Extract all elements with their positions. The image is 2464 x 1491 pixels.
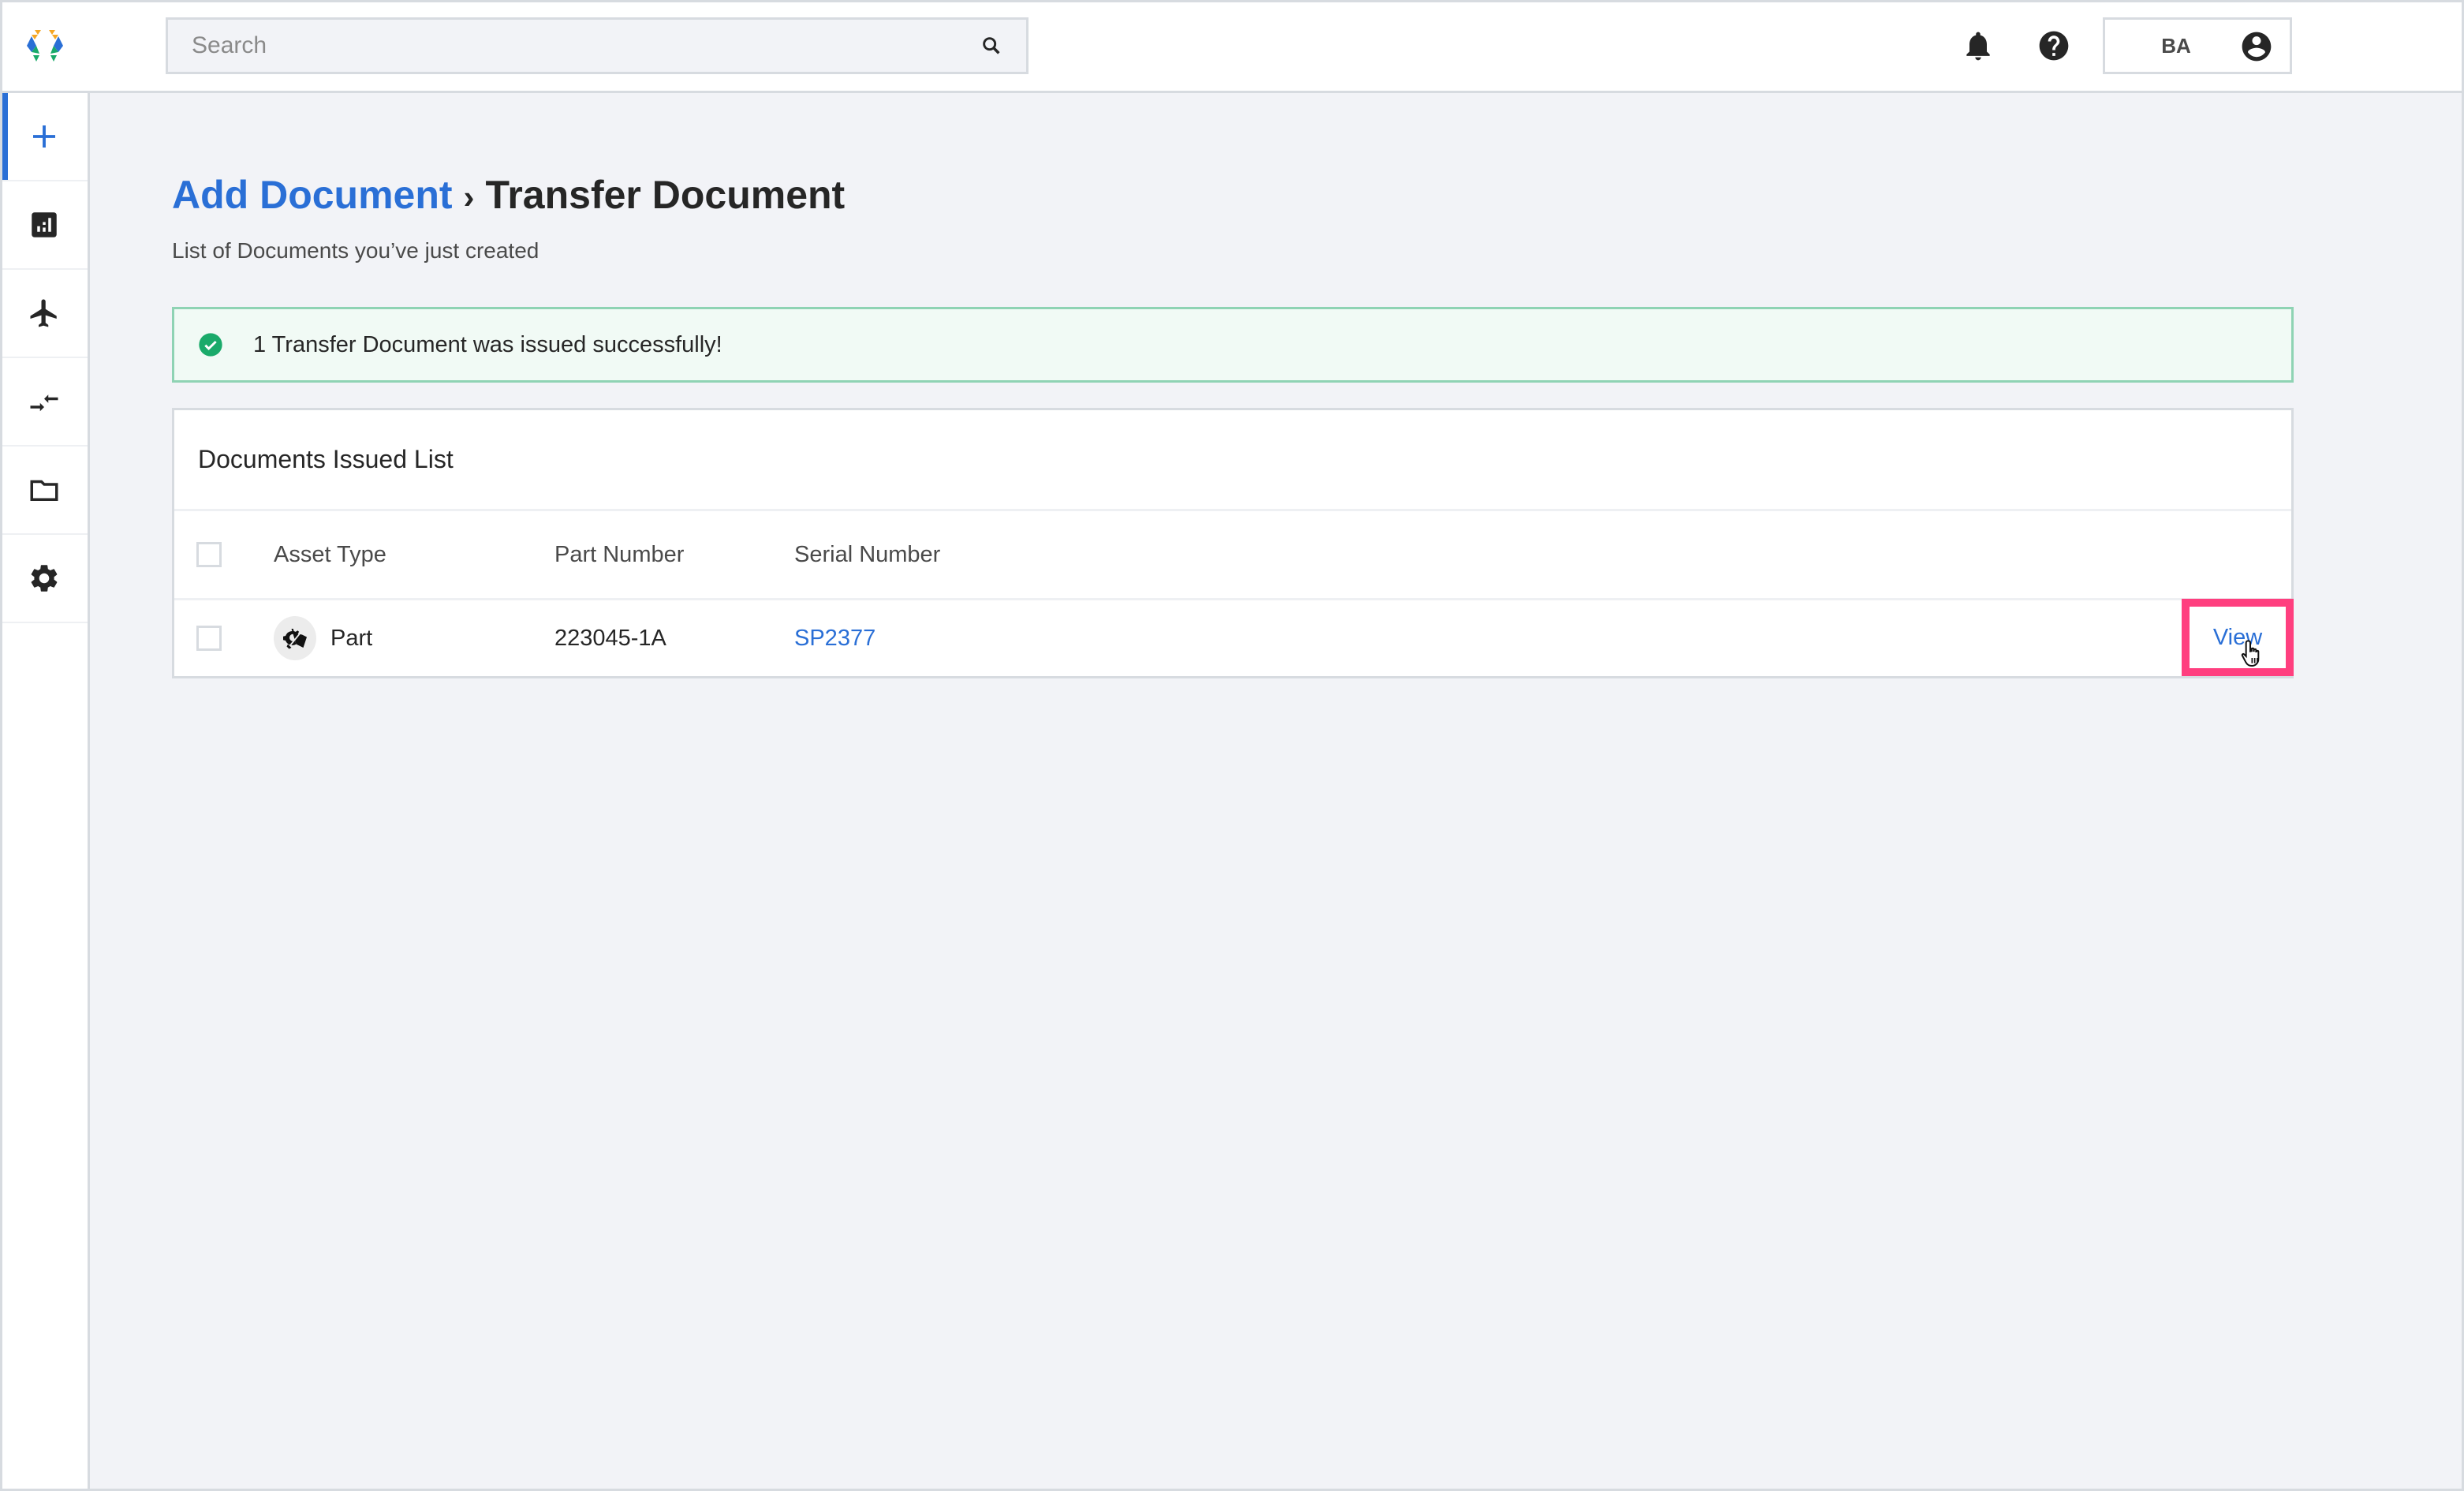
sidebar-item-reports[interactable] [0,181,88,270]
app-logo[interactable] [25,28,65,63]
bell-icon[interactable] [1961,28,1995,63]
serial-number-link[interactable]: SP2377 [794,600,875,676]
bar-chart-icon [31,212,57,237]
view-button[interactable]: View [2182,599,2294,676]
table-header-row: Asset Type Part Number Serial Number [174,511,2291,600]
plus-icon [32,125,55,148]
breadcrumb-separator: › [463,178,475,215]
breadcrumb-current: Transfer Document [485,173,846,217]
documents-issued-card: Documents Issued List Asset Type Part Nu… [172,408,2294,678]
select-all-checkbox[interactable] [196,542,222,567]
breadcrumb-add-document[interactable]: Add Document [172,173,453,217]
asset-type-value: Part [330,625,373,651]
help-circle-icon[interactable] [2037,28,2071,63]
sidebar [0,93,90,1491]
page-subtitle: List of Documents you’ve just created [172,238,539,263]
success-alert: 1 Transfer Document was issued successfu… [172,307,2294,383]
part-number-value: 223045-1A [554,625,666,651]
search-icon[interactable] [980,35,1002,57]
row-checkbox[interactable] [196,626,222,651]
search-input[interactable]: Search [192,32,980,59]
check-circle-icon [198,332,223,357]
account-circle-icon [2239,29,2274,64]
user-initials: BA [2161,33,2191,58]
hand-cursor-icon [2240,638,2267,670]
gear-icon [31,565,57,592]
sidebar-item-documents[interactable] [0,447,88,535]
top-bar: Search BA [0,0,2464,93]
user-menu[interactable]: BA [2103,17,2292,74]
airplane-icon [30,299,57,327]
page-title: Add Document › Transfer Document [172,172,845,218]
sidebar-item-settings[interactable] [0,535,88,623]
sidebar-item-add[interactable] [0,93,88,181]
folder-icon [30,480,58,501]
sidebar-item-transfers[interactable] [0,358,88,447]
transfer-arrows-icon [30,394,58,412]
alert-message: 1 Transfer Document was issued successfu… [253,331,722,357]
table-row: Part 223045-1A SP2377 View [174,599,2294,676]
search-box[interactable]: Search [166,17,1029,74]
column-header-part-number[interactable]: Part Number [554,511,684,598]
card-title: Documents Issued List [174,410,2291,511]
column-header-serial-number[interactable]: Serial Number [794,511,940,598]
window-frame [0,0,2464,1491]
sidebar-item-flights[interactable] [0,270,88,358]
column-header-asset-type[interactable]: Asset Type [274,511,386,598]
part-gear-icon [274,616,316,660]
